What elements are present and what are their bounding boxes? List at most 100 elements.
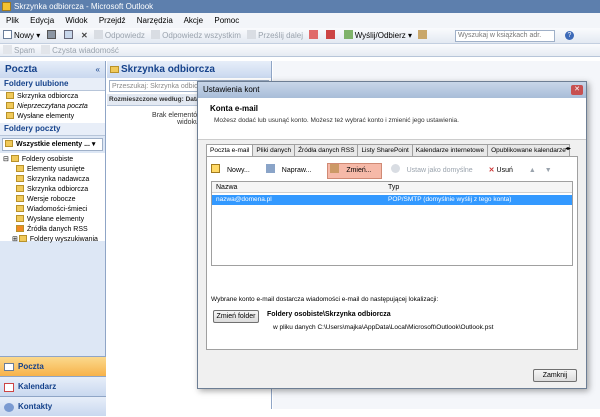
menu-tools[interactable]: Narzędzia <box>137 16 173 25</box>
change-button[interactable]: Zmień... <box>327 163 382 179</box>
new-account-label: Nowy... <box>227 167 250 174</box>
print-icon[interactable] <box>46 28 58 44</box>
tab-data-files[interactable]: Pliki danych <box>252 144 296 156</box>
all-mail-items-dropdown[interactable]: Wszystkie elementy ... ▾ <box>2 138 103 151</box>
menu-view[interactable]: Widok <box>65 16 87 25</box>
repair-button[interactable]: Napraw... <box>265 164 319 178</box>
account-row[interactable]: nazwa@domena.pl POP/SMTP (domyślnie wyśl… <box>212 195 572 205</box>
reply-all-button[interactable]: Odpowiedz wszystkim <box>151 28 241 44</box>
tab-email[interactable]: Poczta e-mail <box>206 144 254 156</box>
change-folder-button[interactable]: Zmień folder <box>213 310 259 323</box>
folder-inbox[interactable]: Skrzynka odbiorcza <box>0 185 105 195</box>
forward-button[interactable]: Prześlij dalej <box>247 28 303 44</box>
mailbox-icon <box>5 140 13 147</box>
spam-label: Spam <box>14 46 35 55</box>
menu-actions[interactable]: Akcje <box>184 16 204 25</box>
mail-folders-header[interactable]: Foldery poczty <box>0 123 105 136</box>
move-icon[interactable] <box>63 28 75 44</box>
account-settings-dialog: Ustawienia kont ✕ Konta e-mail Możesz do… <box>197 81 587 389</box>
forward-label: Prześlij dalej <box>258 31 303 40</box>
help-icon[interactable]: ? <box>565 31 574 40</box>
folder-deleted[interactable]: Elementy usunięte <box>0 165 105 175</box>
list-title-text: Skrzynka odbiorcza <box>121 64 215 75</box>
folder-rss[interactable]: Źródła danych RSS <box>0 225 105 235</box>
address-book-icon[interactable] <box>418 28 429 44</box>
menu-edit[interactable]: Edycja <box>30 16 54 25</box>
outlook-app-icon <box>2 2 11 11</box>
folder-junk[interactable]: Wiadomości-śmieci <box>0 205 105 215</box>
flag-icon[interactable] <box>326 28 337 44</box>
accounts-grid: Nazwa Typ nazwa@domena.pl POP/SMTP (domy… <box>211 181 573 266</box>
close-button[interactable]: Zamknij <box>533 369 577 382</box>
set-default-icon <box>390 164 400 173</box>
collapse-nav-icon[interactable]: « <box>96 65 100 74</box>
nav-contacts-label: Kontakty <box>18 402 53 411</box>
favorites-header[interactable]: Foldery ulubione <box>0 78 105 91</box>
folder-label: Skrzynka nadawcza <box>27 176 90 183</box>
move-up-icon[interactable]: ▲ <box>529 164 536 178</box>
favorite-inbox[interactable]: Skrzynka odbiorcza <box>0 92 105 102</box>
folder-outbox[interactable]: Skrzynka nadawcza <box>0 175 105 185</box>
move-down-icon[interactable]: ▼ <box>545 164 552 178</box>
remove-button[interactable]: ✕ Usuń <box>489 164 520 178</box>
spam-button[interactable]: Spam <box>3 44 35 57</box>
folder-label: Wersje robocze <box>27 196 76 203</box>
clean-message-button[interactable]: Czysta wiadomość <box>41 44 119 57</box>
rss-icon <box>16 225 24 232</box>
tab-published-calendars[interactable]: Opublikowane kalendarze <box>487 144 570 156</box>
repair-label: Napraw... <box>281 167 312 174</box>
nav-contacts-button[interactable]: Kontakty <box>0 396 106 416</box>
window-title-bar: Skrzynka odbiorcza - Microsoft Outlook <box>0 0 600 13</box>
folder-drafts[interactable]: Wersje robocze <box>0 195 105 205</box>
tab-internet-calendars[interactable]: Kalendarze internetowe <box>411 144 489 156</box>
search-folder-icon <box>18 235 27 242</box>
dialog-header: Konta e-mail Możesz dodać lub usunąć kon… <box>198 98 586 140</box>
send-receive-button[interactable]: Wyślij/Odbierz ▾ <box>343 28 412 44</box>
junk-icon <box>16 205 24 212</box>
window-title: Skrzynka odbiorcza - Microsoft Outlook <box>14 2 154 11</box>
drafts-icon <box>16 195 24 202</box>
menu-help[interactable]: Pomoc <box>214 16 239 25</box>
contacts-icon <box>4 403 14 412</box>
spam-icon <box>3 45 12 54</box>
dialog-subheading: Możesz dodać lub usunąć konto. Możesz te… <box>214 117 459 124</box>
nav-calendar-button[interactable]: Kalendarz <box>0 376 106 396</box>
clean-message-label: Czysta wiadomość <box>52 46 119 55</box>
new-account-button[interactable]: Nowy... <box>211 164 257 178</box>
column-name[interactable]: Nazwa <box>216 182 237 193</box>
account-name: nazwa@domena.pl <box>216 196 272 203</box>
tab-rss[interactable]: Źródła danych RSS <box>294 144 359 156</box>
account-type: POP/SMTP (domyślnie wyślij z tego konta) <box>388 196 512 203</box>
menu-bar: Plik Edycja Widok Przejdź Narzędzia Akcj… <box>0 13 600 28</box>
menu-file[interactable]: Plik <box>6 16 19 25</box>
reply-button[interactable]: Odpowiedz <box>93 28 145 44</box>
tab-sharepoint[interactable]: Listy SharePoint <box>357 144 413 156</box>
address-book-search-input[interactable]: Wyszukaj w książkach adr. <box>455 30 555 42</box>
folder-label: Foldery wyszukiwania <box>29 236 98 243</box>
send-receive-icon <box>343 30 353 39</box>
folder-sent[interactable]: Wysłane elementy <box>0 215 105 225</box>
personal-folders-icon <box>10 155 19 162</box>
change-icon <box>330 164 340 173</box>
dialog-close-icon[interactable]: ✕ <box>571 85 583 95</box>
favorite-sent[interactable]: Wysłane elementy <box>0 112 105 122</box>
folder-search[interactable]: ⊞ Foldery wyszukiwania <box>0 235 105 245</box>
folder-root[interactable]: ⊟ Foldery osobiste <box>0 155 105 165</box>
remove-label: Usuń <box>496 167 513 174</box>
column-type[interactable]: Typ <box>388 182 399 193</box>
tab-scroll-arrows[interactable]: ◂▸ <box>565 145 571 152</box>
sent-items-icon <box>16 215 24 222</box>
set-default-button[interactable]: Ustaw jako domyślne <box>390 164 480 178</box>
delete-icon[interactable]: ✕ <box>81 28 88 44</box>
set-default-label: Ustaw jako domyślne <box>406 167 473 174</box>
menu-go[interactable]: Przejdź <box>99 16 126 25</box>
junk-toolbar: Spam Czysta wiadomość <box>0 44 600 57</box>
all-items-label: Wszystkie elementy ... <box>16 141 90 148</box>
categorize-icon[interactable] <box>309 28 320 44</box>
new-button[interactable]: Nowy ▾ <box>3 28 40 44</box>
data-file-path: w pliku danych C:\Users\majka\AppData\Lo… <box>273 324 494 331</box>
calendar-icon <box>4 383 14 392</box>
nav-mail-button[interactable]: Poczta <box>0 356 106 376</box>
favorite-unread[interactable]: Nieprzeczytana poczta <box>0 102 105 112</box>
favorite-label: Nieprzeczytana poczta <box>17 103 88 110</box>
